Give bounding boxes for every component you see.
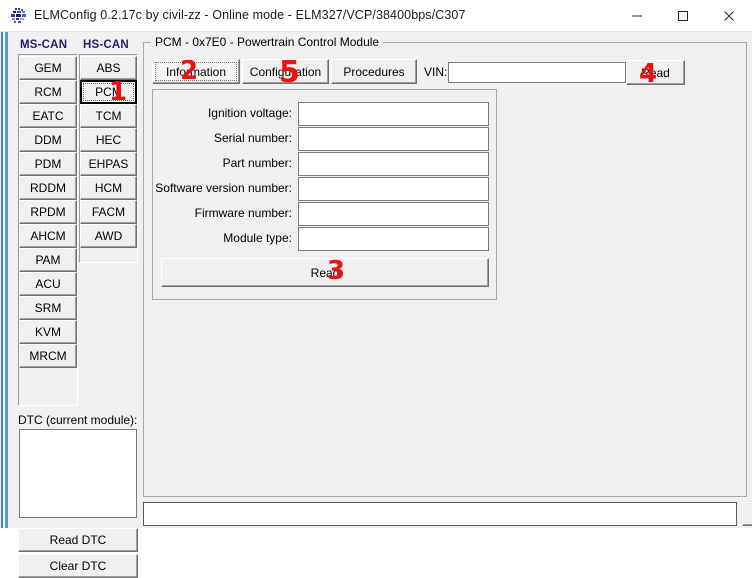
dtc-list[interactable]	[19, 429, 137, 518]
title-bar: ELMConfig 0.2.17c by civil-zz - Online m…	[0, 0, 752, 32]
srm-module-button[interactable]: SRM	[19, 296, 77, 320]
pdm-module-button[interactable]: PDM	[19, 152, 77, 176]
module-button-label: AHCM	[30, 229, 66, 243]
information-field-label: Serial number:	[213, 131, 292, 145]
kvm-module-button[interactable]: KVM	[19, 320, 77, 344]
maximize-button[interactable]	[660, 0, 706, 31]
pam-module-button[interactable]: PAM	[19, 248, 77, 272]
abs-module-button[interactable]: ABS	[80, 56, 137, 80]
information-field-label: Ignition voltage:	[207, 106, 292, 120]
module-button-label: PCM	[95, 85, 122, 99]
module-button-label: HCM	[94, 181, 123, 195]
module-button-label: EHPAS	[88, 157, 129, 171]
module-button-label: DDM	[34, 133, 62, 147]
ahcm-module-button[interactable]: AHCM	[19, 224, 77, 248]
information-field-input[interactable]	[298, 102, 489, 126]
tab-procedures-label: Procedures	[343, 64, 405, 79]
minimize-icon	[632, 15, 642, 16]
dtc-list-label: DTC (current module):	[18, 413, 138, 427]
module-button-label: ACU	[35, 277, 61, 291]
module-button-label: EATC	[32, 109, 64, 123]
application-window: ELMConfig 0.2.17c by civil-zz - Online m…	[0, 0, 752, 578]
information-field-input[interactable]	[298, 127, 489, 151]
vin-read-button[interactable]: Read	[626, 60, 685, 85]
gem-module-button[interactable]: GEM	[19, 56, 77, 80]
ddm-module-button[interactable]: DDM	[19, 128, 77, 152]
mrcm-module-button[interactable]: MRCM	[19, 344, 77, 368]
information-field-input[interactable]	[298, 177, 489, 201]
module-button-label: RPDM	[30, 205, 66, 219]
ehpas-module-button[interactable]: EHPAS	[80, 152, 137, 176]
module-button-label: RCM	[34, 85, 62, 99]
rpdm-module-button[interactable]: RPDM	[19, 200, 77, 224]
tcm-module-button[interactable]: TCM	[80, 104, 137, 128]
tab-configuration[interactable]: Configuration	[242, 59, 329, 84]
module-button-label: AWD	[94, 229, 123, 243]
module-button-label: HEC	[95, 133, 122, 147]
information-read-button[interactable]: Read	[161, 258, 489, 287]
information-panel: Ignition voltage: Serial number: Part numb…	[152, 89, 497, 300]
module-button-label: SRM	[34, 301, 62, 315]
information-field-label: Software version number:	[155, 181, 292, 195]
information-field-label: Part number:	[222, 156, 292, 170]
module-sidebar: MS-CAN HS-CAN GEM RCM EATC DDM PDM RDDM RPDM AH…	[9, 32, 140, 578]
clear-dtc-button[interactable]: Clear DTC	[18, 554, 138, 578]
tab-information[interactable]: Information	[152, 59, 240, 84]
window-title: ELMConfig 0.2.17c by civil-zz - Online m…	[34, 8, 466, 22]
module-button-label: FACM	[91, 205, 126, 219]
module-button-label: RDDM	[30, 181, 66, 195]
read-dtc-label: Read DTC	[49, 533, 107, 547]
ms-can-header: MS-CAN	[20, 39, 68, 51]
rddm-module-button[interactable]: RDDM	[19, 176, 77, 200]
pcm-module-button[interactable]: PCM	[80, 80, 137, 104]
vin-input[interactable]	[448, 62, 626, 83]
tab-configuration-label: Configuration	[249, 64, 322, 79]
information-field-input[interactable]	[298, 152, 489, 176]
background-window-edge-stripe-right	[5, 30, 8, 528]
close-icon	[724, 10, 734, 21]
hs-can-header: HS-CAN	[83, 39, 129, 51]
client-area: MS-CAN HS-CAN GEM RCM EATC DDM PDM RDDM RPDM AH…	[9, 32, 752, 578]
acu-module-button[interactable]: ACU	[19, 272, 77, 296]
information-field-label: Module type:	[223, 231, 292, 245]
vin-read-label: Read	[641, 65, 670, 80]
maximize-icon	[678, 10, 688, 21]
minimize-button[interactable]	[614, 0, 660, 31]
module-button-label: KVM	[34, 325, 61, 339]
vin-label: VIN:	[424, 65, 448, 79]
log-send-button[interactable]	[742, 502, 752, 526]
module-panel-title: PCM - 0x7E0 - Powertrain Control Module	[151, 35, 384, 49]
rcm-module-button[interactable]: RCM	[19, 80, 77, 104]
module-button-label: PAM	[35, 253, 61, 267]
elmconfig-app-icon	[10, 7, 27, 24]
module-button-label: PDM	[34, 157, 62, 171]
background-window-edge	[0, 30, 9, 528]
information-field-label: Firmware number:	[194, 206, 292, 220]
read-dtc-button[interactable]: Read DTC	[18, 528, 138, 552]
module-button-label: MRCM	[29, 349, 67, 363]
information-read-label: Read	[310, 265, 340, 280]
hec-module-button[interactable]: HEC	[80, 128, 137, 152]
module-button-label: ABS	[96, 61, 121, 75]
module-button-label: TCM	[95, 109, 122, 123]
facm-module-button[interactable]: FACM	[80, 200, 137, 224]
tab-procedures[interactable]: Procedures	[331, 59, 417, 84]
log-input[interactable]	[143, 502, 737, 526]
clear-dtc-label: Clear DTC	[49, 559, 107, 573]
hcm-module-button[interactable]: HCM	[80, 176, 137, 200]
module-button-label: GEM	[34, 61, 62, 75]
awd-module-button[interactable]: AWD	[80, 224, 137, 248]
information-field-input[interactable]	[298, 227, 489, 251]
tab-information-label: Information	[165, 64, 227, 79]
eatc-module-button[interactable]: EATC	[19, 104, 77, 128]
close-button[interactable]	[706, 0, 752, 31]
information-field-input[interactable]	[298, 202, 489, 226]
